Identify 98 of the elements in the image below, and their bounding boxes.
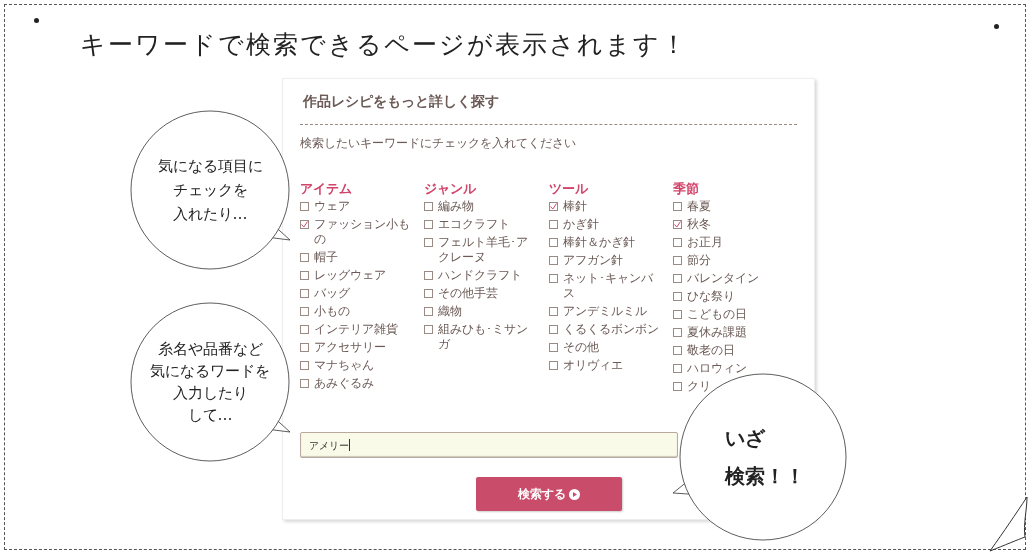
- play-icon: [568, 488, 580, 500]
- keyword-checkbox[interactable]: バッグ: [300, 286, 350, 301]
- keyword-checkbox[interactable]: 敬老の日: [672, 343, 735, 358]
- keyword-checkbox[interactable]: 春夏: [672, 199, 711, 214]
- keyword-checkbox[interactable]: その他手芸: [424, 286, 499, 301]
- checkbox[interactable]: [672, 328, 682, 337]
- search-field[interactable]: アメリー: [300, 432, 678, 458]
- keyword-checkbox[interactable]: アクセサリー: [300, 340, 386, 355]
- checkbox[interactable]: [548, 325, 558, 334]
- keyword-checkbox[interactable]: アフガン針: [548, 253, 623, 268]
- keyword-checkbox[interactable]: フェルト羊毛･アクレーヌ: [424, 235, 537, 265]
- pin-icon: [994, 24, 999, 29]
- bubble-text: チェックを: [172, 180, 248, 201]
- keyword-checkbox[interactable]: マナちゃん: [300, 358, 374, 373]
- headline: キーワードで検索できるページが表示されます！: [80, 29, 688, 61]
- keyword-checkbox[interactable]: かぎ針: [548, 217, 599, 232]
- checkbox[interactable]: [672, 346, 682, 355]
- keyword-checkbox[interactable]: こどもの日: [672, 307, 747, 322]
- keyword-checkbox[interactable]: ハンドクラフト: [424, 268, 523, 283]
- checkbox[interactable]: [300, 220, 309, 229]
- checkbox[interactable]: [424, 307, 434, 316]
- checkbox[interactable]: [672, 220, 682, 229]
- keyword-checkbox[interactable]: お正月: [672, 235, 723, 250]
- keyword-checkbox[interactable]: 帽子: [300, 250, 338, 265]
- keyword-checkbox[interactable]: 組みひも･ミサンガ: [424, 322, 537, 352]
- keyword-checkbox[interactable]: ネット･キャンバス: [548, 271, 661, 301]
- checkbox[interactable]: [300, 307, 309, 316]
- keyword-checkbox[interactable]: あみぐるみ: [300, 376, 374, 391]
- bubble-text: 気になる項目に: [157, 156, 263, 177]
- checkbox[interactable]: [672, 292, 682, 301]
- checkbox[interactable]: [548, 256, 558, 265]
- card-title: 作品レシピをもっと詳しく探す: [301, 92, 500, 111]
- bubble-text: 検索！！: [725, 463, 805, 490]
- keyword-checkbox[interactable]: ファッション小もの: [300, 217, 412, 247]
- keyword-checkbox[interactable]: 棒針＆かぎ針: [548, 235, 635, 250]
- checkbox[interactable]: [672, 274, 682, 283]
- keyword-checkbox[interactable]: バレンタイン: [672, 271, 759, 286]
- keyword-checkbox[interactable]: ハロウィン: [672, 361, 747, 376]
- bubble-text: 糸名や品番など: [157, 339, 263, 360]
- checkbox[interactable]: [300, 289, 309, 298]
- keyword-checkbox[interactable]: その他: [548, 340, 599, 355]
- checkbox[interactable]: [548, 307, 558, 316]
- check-icon: [673, 221, 681, 228]
- keyword-checkbox[interactable]: エコクラフト: [424, 217, 511, 232]
- keyword-checkbox[interactable]: 小もの: [300, 304, 350, 319]
- checkbox[interactable]: [300, 361, 309, 370]
- checkbox[interactable]: [300, 253, 309, 262]
- keyword-checkbox[interactable]: 秋冬: [672, 217, 711, 232]
- column-heading: ジャンル: [424, 180, 477, 198]
- checkbox[interactable]: [424, 202, 434, 211]
- keyword-checkbox[interactable]: オリヴィエ: [548, 358, 623, 373]
- column-heading: 季節: [672, 180, 699, 198]
- checkbox[interactable]: [300, 202, 309, 211]
- bubble-text: 気になるワードを: [150, 361, 270, 382]
- bubble-text: 入力したり: [172, 383, 248, 404]
- checkbox[interactable]: [672, 238, 682, 247]
- keyword-checkbox[interactable]: 織物: [424, 304, 463, 319]
- checkbox[interactable]: [672, 310, 682, 319]
- checkbox[interactable]: [300, 271, 309, 280]
- checkbox[interactable]: [672, 202, 682, 211]
- checkbox[interactable]: [672, 364, 682, 373]
- keyword-checkbox[interactable]: レッグウェア: [300, 268, 386, 283]
- checkbox[interactable]: [548, 343, 558, 352]
- check-icon: [301, 221, 308, 228]
- pin-icon: [34, 18, 39, 23]
- instruction-text: 検索したいキーワードにチェックを入れてください: [300, 135, 577, 152]
- checkbox[interactable]: [672, 382, 682, 391]
- column-heading: アイテム: [300, 180, 352, 198]
- column-heading: ツール: [548, 180, 588, 198]
- keyword-checkbox[interactable]: 夏休み課題: [672, 325, 747, 340]
- checkbox[interactable]: [548, 238, 558, 247]
- checkbox[interactable]: [424, 238, 434, 247]
- keyword-checkbox[interactable]: 編み物: [424, 199, 475, 214]
- checkbox[interactable]: [300, 325, 309, 334]
- checkbox[interactable]: [548, 361, 558, 370]
- checkbox[interactable]: [672, 256, 682, 265]
- checkbox[interactable]: [424, 325, 434, 334]
- bubble-text: 入れたり…: [172, 204, 248, 225]
- checkbox[interactable]: [548, 202, 558, 211]
- keyword-checkbox[interactable]: アンデミルミル: [548, 304, 647, 319]
- keyword-checkbox[interactable]: 節分: [672, 253, 711, 268]
- search-button[interactable]: 検索する: [475, 477, 622, 511]
- bubble-text: いざ: [725, 425, 765, 452]
- checkbox[interactable]: [548, 220, 558, 229]
- keyword-checkbox[interactable]: くるくるボンボン: [548, 322, 659, 337]
- keyword-checkbox[interactable]: クリ: [672, 379, 711, 394]
- checkbox[interactable]: [300, 343, 309, 352]
- bubble-text: して…: [187, 405, 233, 426]
- checkbox[interactable]: [424, 220, 434, 229]
- checkbox[interactable]: [424, 289, 434, 298]
- checkbox[interactable]: [300, 379, 309, 388]
- keyword-checkbox[interactable]: ひな祭り: [672, 289, 735, 304]
- keyword-checkbox[interactable]: 棒針: [548, 199, 587, 214]
- checkbox[interactable]: [424, 271, 434, 280]
- keyword-checkbox[interactable]: ウェア: [300, 199, 350, 214]
- checkbox[interactable]: [548, 274, 558, 283]
- check-icon: [549, 203, 557, 210]
- keyword-checkbox[interactable]: インテリア雑貨: [300, 322, 398, 337]
